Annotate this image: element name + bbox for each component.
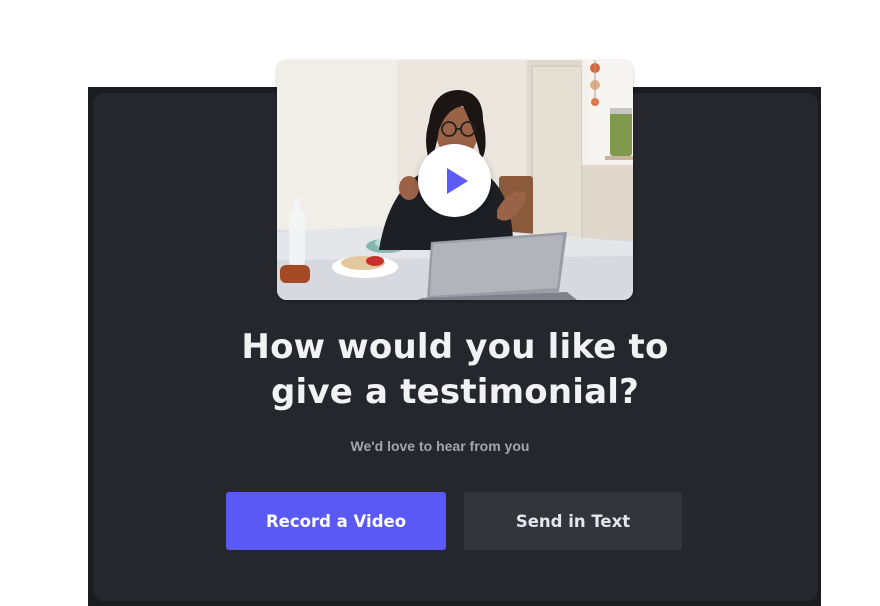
subtitle: We'd love to hear from you	[350, 438, 530, 454]
testimonial-widget: How would you like to give a testimonial…	[0, 0, 880, 606]
record-video-button[interactable]: Record a Video	[226, 492, 446, 550]
page-title: How would you like to give a testimonial…	[180, 325, 730, 415]
play-icon	[447, 167, 468, 194]
play-button[interactable]	[418, 144, 491, 217]
title-line-1: How would you like to	[241, 327, 669, 367]
title-line-2: give a testimonial?	[270, 372, 640, 412]
send-text-button[interactable]: Send in Text	[464, 492, 682, 550]
